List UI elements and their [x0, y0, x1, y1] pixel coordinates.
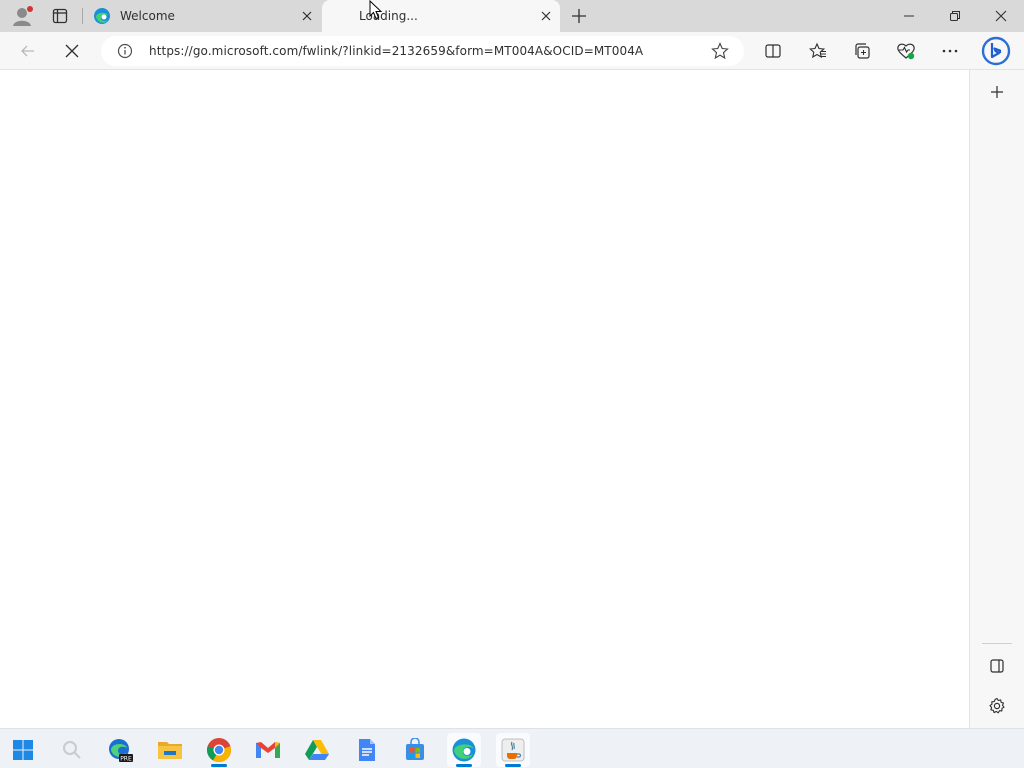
settings-and-more-button[interactable]	[935, 36, 965, 66]
tab-actions-button[interactable]	[47, 3, 73, 29]
edge-icon	[94, 8, 110, 24]
sidebar-settings-button[interactable]	[984, 693, 1010, 719]
active-indicator	[456, 764, 472, 767]
split-screen-icon	[765, 44, 781, 58]
page-content[interactable]	[0, 70, 969, 728]
windows-logo-icon	[13, 740, 33, 760]
minimize-button[interactable]	[886, 0, 932, 32]
address-bar[interactable]: https://go.microsoft.com/fwlink/?linkid=…	[101, 36, 744, 66]
plus-icon	[572, 9, 586, 23]
search-icon	[63, 741, 81, 759]
close-icon	[302, 11, 312, 21]
browser-essentials-button[interactable]	[891, 36, 921, 66]
more-icon	[942, 49, 958, 53]
restore-icon	[950, 11, 960, 21]
toolbar: https://go.microsoft.com/fwlink/?linkid=…	[0, 32, 1024, 70]
bing-chat-button[interactable]	[980, 35, 1012, 67]
start-button[interactable]	[6, 733, 40, 767]
sidebar-divider	[982, 643, 1012, 644]
sidebar-add-button[interactable]	[984, 79, 1010, 105]
taskbar-edge-preview[interactable]: PRE	[103, 733, 137, 767]
tab-strip: Welcome Loading...	[0, 0, 1024, 32]
taskbar-file-explorer[interactable]	[153, 733, 187, 767]
close-tab-button[interactable]	[538, 8, 554, 24]
drive-icon	[305, 740, 329, 760]
profile-icon	[13, 6, 33, 26]
favorites-button[interactable]	[803, 36, 833, 66]
close-icon	[995, 10, 1007, 22]
edge-icon	[452, 738, 476, 762]
folder-icon	[158, 742, 182, 759]
close-window-button[interactable]	[978, 0, 1024, 32]
store-icon	[406, 738, 424, 760]
restore-button[interactable]	[932, 0, 978, 32]
gear-icon	[989, 697, 1005, 714]
collections-icon	[855, 43, 870, 59]
collections-button[interactable]	[847, 36, 877, 66]
close-tab-button[interactable]	[299, 8, 315, 24]
running-indicator	[211, 764, 227, 767]
plus-icon	[991, 86, 1003, 98]
hide-sidebar-button[interactable]	[984, 653, 1010, 679]
chrome-icon	[207, 738, 231, 762]
site-info-icon[interactable]	[117, 43, 133, 59]
minimize-icon	[904, 15, 914, 17]
tab-separator	[82, 8, 83, 24]
taskbar-gmail[interactable]	[251, 733, 285, 767]
stop-icon	[65, 44, 79, 58]
sidebar-panel-icon	[990, 659, 1004, 673]
right-sidebar	[969, 70, 1024, 728]
running-indicator	[505, 764, 521, 767]
tab-title: Loading...	[359, 9, 418, 23]
back-button[interactable]	[13, 36, 43, 66]
gmail-icon	[256, 742, 280, 758]
favorites-icon	[809, 42, 826, 59]
edge-pre-icon: PRE	[109, 739, 133, 763]
taskbar-java-app[interactable]	[496, 733, 530, 767]
url-text[interactable]: https://go.microsoft.com/fwlink/?linkid=…	[149, 44, 643, 58]
favorite-star-icon[interactable]	[711, 42, 729, 60]
close-icon	[541, 11, 551, 21]
taskbar-google-drive[interactable]	[300, 733, 334, 767]
bing-icon	[981, 36, 1011, 66]
stop-loading-button[interactable]	[57, 36, 87, 66]
java-icon	[501, 738, 525, 762]
new-tab-button[interactable]	[566, 3, 592, 29]
taskbar-search-button[interactable]	[55, 733, 89, 767]
docs-icon	[359, 739, 375, 761]
tab-actions-icon	[52, 8, 68, 24]
profile-button[interactable]	[9, 3, 35, 29]
taskbar-chrome[interactable]	[202, 733, 236, 767]
taskbar: PRE	[0, 728, 1024, 768]
heart-pulse-icon	[897, 43, 915, 60]
taskbar-google-docs[interactable]	[350, 733, 384, 767]
taskbar-microsoft-store[interactable]	[398, 733, 432, 767]
svg-text:PRE: PRE	[120, 756, 132, 763]
tab-title: Welcome	[120, 9, 175, 23]
tab-welcome[interactable]: Welcome	[86, 0, 320, 32]
taskbar-edge[interactable]	[447, 733, 481, 767]
split-screen-button[interactable]	[758, 36, 788, 66]
mouse-cursor-icon	[369, 0, 383, 20]
tab-loading[interactable]: Loading...	[322, 0, 560, 32]
back-arrow-icon	[21, 45, 34, 57]
